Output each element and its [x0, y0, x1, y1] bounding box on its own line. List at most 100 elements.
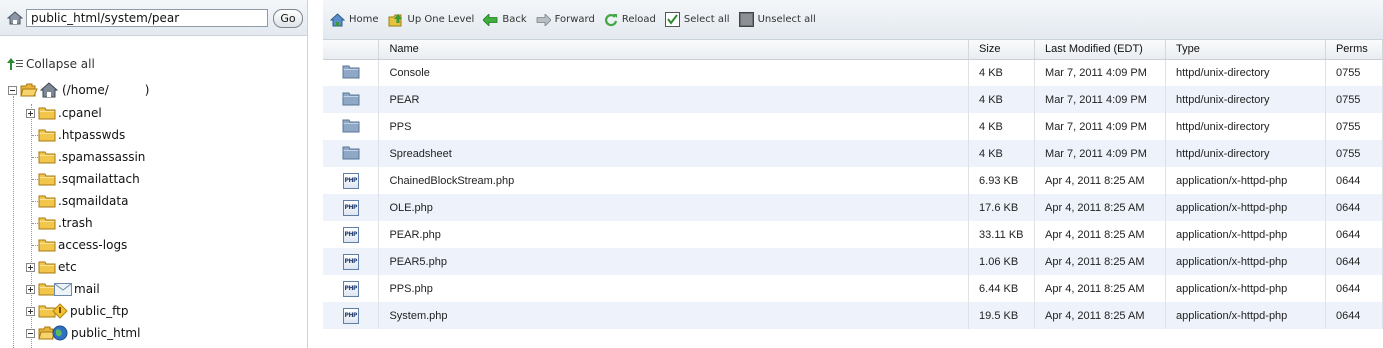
table-row[interactable]: PHP PPS.php 6.44 KB Apr 4, 2011 8:25 AM appl… [323, 275, 1383, 302]
file-type-cell: application/x-httpd-php [1165, 302, 1326, 329]
home-button[interactable]: Home [330, 12, 379, 27]
file-perms-cell[interactable]: 0644 [1325, 275, 1383, 302]
file-name-cell[interactable]: PPS.php [378, 275, 970, 302]
path-input[interactable] [26, 9, 268, 27]
file-name-cell[interactable]: PEAR.php [378, 221, 970, 248]
checkbox-empty-icon [738, 12, 754, 27]
tree-item[interactable]: access-logs [38, 236, 127, 254]
modified-column-header[interactable]: Last Modified (EDT) [1034, 40, 1166, 60]
file-icon-cell[interactable]: PHP [323, 167, 380, 194]
tree-item[interactable]: .sqmailattach [38, 170, 140, 188]
expand-toggle-icon[interactable] [26, 306, 35, 316]
file-icon-cell[interactable]: PHP [323, 194, 380, 221]
file-modified-cell: Mar 7, 2011 4:09 PM [1034, 86, 1166, 113]
file-icon-cell[interactable]: PHP [323, 221, 380, 248]
select-all-button[interactable]: Select all [664, 12, 730, 27]
file-icon-cell[interactable] [323, 86, 380, 113]
tree-item[interactable]: public_html [26, 324, 140, 342]
file-icon-cell[interactable]: PHP [323, 248, 380, 275]
file-size-cell: 6.44 KB [968, 275, 1036, 302]
up-one-level-label: Up One Level [407, 14, 475, 25]
file-size-cell: 4 KB [968, 113, 1036, 140]
forward-button[interactable]: Forward [536, 13, 595, 26]
file-name-cell[interactable]: PEAR [378, 86, 970, 113]
file-size-cell: 33.11 KB [968, 221, 1036, 248]
file-perms-cell[interactable]: 0755 [1325, 59, 1383, 86]
file-icon-cell[interactable]: PHP [323, 275, 380, 302]
table-row[interactable]: PHP ChainedBlockStream.php 6.93 KB Apr 4, 2… [323, 167, 1383, 194]
table-header-row: Name Size Last Modified (EDT) Type Perms [323, 40, 1383, 60]
up-one-level-button[interactable]: Up One Level [388, 13, 475, 27]
table-row[interactable]: PHP PEAR.php 33.11 KB Apr 4, 2011 8:25 AM ap… [323, 221, 1383, 248]
expand-toggle-icon[interactable] [26, 262, 35, 272]
tree-item[interactable]: .sqmaildata [38, 192, 128, 210]
tree-item-label: .cpanel [58, 106, 102, 120]
file-perms-cell[interactable]: 0644 [1325, 248, 1383, 275]
file-icon-cell[interactable] [323, 59, 380, 86]
file-name-cell[interactable]: OLE.php [378, 194, 970, 221]
expand-toggle-icon[interactable] [26, 284, 35, 294]
file-perms-cell[interactable]: 0644 [1325, 221, 1383, 248]
file-perms-cell[interactable]: 0755 [1325, 86, 1383, 113]
file-icon-cell[interactable] [323, 140, 380, 167]
table-row[interactable]: Console 4 KB Mar 7, 2011 4:09 PM httpd/unix… [323, 59, 1383, 86]
file-modified-cell: Apr 4, 2011 8:25 AM [1034, 275, 1166, 302]
file-type-cell: httpd/unix-directory [1165, 86, 1326, 113]
name-column-header[interactable]: Name [378, 40, 970, 60]
file-perms-cell[interactable]: 0755 [1325, 113, 1383, 140]
file-name-cell[interactable]: PEAR5.php [378, 248, 970, 275]
file-name-cell[interactable]: System.php [378, 302, 970, 329]
file-name-cell[interactable]: PPS [378, 113, 970, 140]
php-file-icon: PHP [342, 172, 359, 189]
file-name-cell[interactable]: Console [378, 59, 970, 86]
tree-item-label: .sqmailattach [58, 172, 140, 186]
file-name-cell[interactable]: ChainedBlockStream.php [378, 167, 970, 194]
file-icon-cell[interactable] [323, 113, 380, 140]
file-type-cell: httpd/unix-directory [1165, 140, 1326, 167]
tree-item[interactable]: .trash [38, 214, 93, 232]
type-column-header[interactable]: Type [1165, 40, 1326, 60]
tree-item-label: .spamassassin [58, 150, 146, 164]
tree-item[interactable]: public_ftp [26, 302, 128, 320]
table-row[interactable]: PEAR 4 KB Mar 7, 2011 4:09 PM httpd/unix-di… [323, 86, 1383, 113]
folder-icon [38, 261, 56, 274]
file-type-cell: application/x-httpd-php [1165, 248, 1326, 275]
table-row[interactable]: PHP System.php 19.5 KB Apr 4, 2011 8:25 AM a… [323, 302, 1383, 329]
file-perms-cell[interactable]: 0755 [1325, 140, 1383, 167]
tree-root[interactable]: (/home/ ) [8, 81, 149, 99]
tree-item[interactable]: etc [26, 258, 77, 276]
file-modified-cell: Apr 4, 2011 8:25 AM [1034, 221, 1166, 248]
tree-item-label: .sqmaildata [58, 194, 129, 208]
file-icon-cell[interactable]: PHP [323, 302, 380, 329]
table-row[interactable]: PHP OLE.php 17.6 KB Apr 4, 2011 8:25 AM appl… [323, 194, 1383, 221]
file-size-cell: 6.93 KB [968, 167, 1036, 194]
perms-column-header[interactable]: Perms [1325, 40, 1383, 60]
file-perms-cell[interactable]: 0644 [1325, 302, 1383, 329]
unselect-all-button[interactable]: Unselect all [738, 12, 816, 27]
tree-item[interactable]: .cpanel [26, 104, 102, 122]
tree-item[interactable]: .spamassassin [38, 148, 145, 166]
reload-button[interactable]: Reload [604, 13, 656, 27]
tree-item[interactable]: .htpasswds [38, 126, 125, 144]
tree-item[interactable]: mail [26, 280, 100, 298]
folder-icon [342, 119, 360, 132]
go-button[interactable]: Go [273, 9, 303, 28]
collapse-toggle-icon[interactable] [26, 328, 35, 338]
back-button[interactable]: Back [483, 13, 527, 26]
expand-toggle-icon[interactable] [26, 108, 35, 118]
table-row[interactable]: PPS 4 KB Mar 7, 2011 4:09 PM httpd/unix-dir… [323, 113, 1383, 140]
file-perms-cell[interactable]: 0644 [1325, 167, 1383, 194]
collapse-all-link[interactable]: Collapse all [7, 57, 95, 71]
file-type-cell: httpd/unix-directory [1165, 113, 1326, 140]
size-column-header[interactable]: Size [968, 40, 1036, 60]
tree-item-label: public_html [71, 326, 141, 340]
collapse-all-label: Collapse all [26, 57, 95, 71]
file-size-cell: 4 KB [968, 86, 1036, 113]
home-icon [40, 82, 58, 98]
file-name-cell[interactable]: Spreadsheet [378, 140, 970, 167]
file-toolbar: Home Up One Level Back Forward Reload Se… [323, 0, 1383, 40]
table-row[interactable]: Spreadsheet 4 KB Mar 7, 2011 4:09 PM httpd/… [323, 140, 1383, 167]
collapse-toggle-icon[interactable] [8, 85, 17, 95]
table-row[interactable]: PHP PEAR5.php 1.06 KB Apr 4, 2011 8:25 AM ap… [323, 248, 1383, 275]
file-perms-cell[interactable]: 0644 [1325, 194, 1383, 221]
